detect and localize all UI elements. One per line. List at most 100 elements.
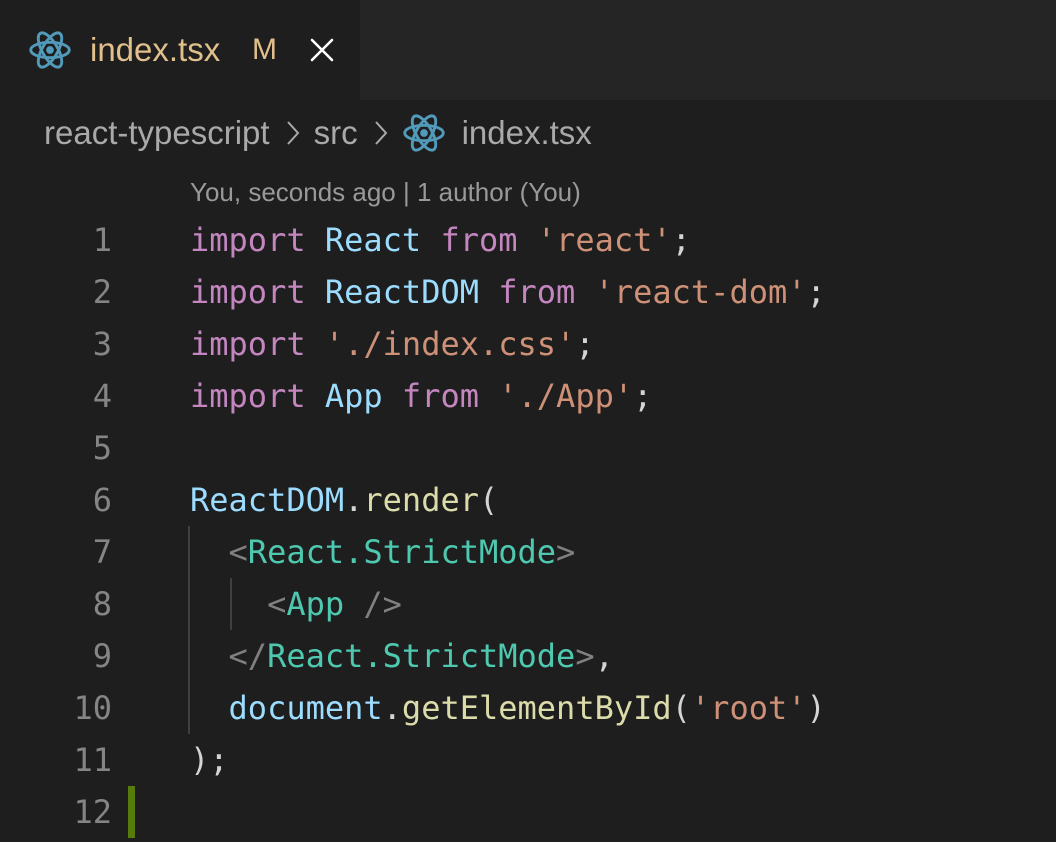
code-token: , bbox=[594, 637, 614, 675]
code-token: import bbox=[190, 221, 306, 259]
code-text: import ReactDOM from 'react-dom'; bbox=[190, 266, 826, 318]
line-number: 2 bbox=[92, 273, 112, 311]
code-token: import bbox=[190, 377, 306, 415]
code-token: 'react' bbox=[536, 221, 672, 259]
chevron-right-icon bbox=[374, 121, 387, 145]
code-token: App bbox=[286, 585, 345, 623]
code-token: import bbox=[190, 325, 306, 363]
code-token: React.StrictMode bbox=[267, 637, 576, 675]
code-token: 'react-dom' bbox=[594, 273, 807, 311]
code-token: from bbox=[401, 377, 479, 415]
code-line[interactable]: 6 ReactDOM.render( bbox=[0, 474, 1056, 526]
code-line[interactable]: 1 import React from 'react'; bbox=[0, 214, 1056, 266]
code-token: render bbox=[363, 481, 479, 519]
line-number: 1 bbox=[92, 221, 112, 259]
breadcrumb-item-folder[interactable]: src bbox=[314, 114, 358, 152]
line-number: 10 bbox=[73, 689, 112, 727]
code-text: import './index.css'; bbox=[190, 318, 595, 370]
code-text: document.getElementById('root') bbox=[190, 682, 826, 734]
chevron-right-icon bbox=[286, 121, 299, 145]
line-number: 3 bbox=[92, 325, 112, 363]
code-token: . bbox=[382, 689, 402, 727]
line-number: 11 bbox=[73, 741, 112, 779]
code-line[interactable]: 2 import ReactDOM from 'react-dom'; bbox=[0, 266, 1056, 318]
code-token: ) bbox=[806, 689, 826, 727]
code-token: > bbox=[556, 533, 576, 571]
code-token: App bbox=[324, 377, 383, 415]
modified-badge: M bbox=[252, 33, 277, 66]
code-text: import React from 'react'; bbox=[190, 214, 691, 266]
git-blame-codelens[interactable]: You, seconds ago | 1 author (You) bbox=[190, 172, 581, 212]
code-token: </ bbox=[228, 637, 268, 675]
code-token: './index.css' bbox=[324, 325, 576, 363]
code-line[interactable]: 11); bbox=[0, 734, 1056, 786]
code-token: document bbox=[228, 689, 383, 727]
code-token: ReactDOM bbox=[324, 273, 479, 311]
breadcrumb-item-file[interactable]: index.tsx bbox=[462, 114, 592, 152]
code-text: <App /> bbox=[190, 578, 402, 630]
line-number: 4 bbox=[92, 377, 112, 415]
code-token: from bbox=[498, 273, 576, 311]
close-icon[interactable] bbox=[304, 32, 340, 68]
react-icon bbox=[29, 31, 71, 69]
code-token: > bbox=[575, 637, 595, 675]
tab-index-tsx[interactable]: index.tsx M bbox=[0, 0, 360, 100]
code-line[interactable]: 8 <App /> bbox=[0, 578, 1056, 630]
code-token: React bbox=[324, 221, 422, 259]
code-text: import App from './App'; bbox=[190, 370, 652, 422]
code-text: <React.StrictMode> bbox=[190, 526, 576, 578]
code-token: ; bbox=[575, 325, 595, 363]
code-token: getElementById bbox=[401, 689, 672, 727]
line-number: 9 bbox=[92, 637, 112, 675]
code-token: ; bbox=[633, 377, 653, 415]
code-token: 'root' bbox=[690, 689, 807, 727]
code-line[interactable]: 5 bbox=[0, 422, 1056, 474]
code-token: ; bbox=[806, 273, 826, 311]
code-line[interactable]: 3 import './index.css'; bbox=[0, 318, 1056, 370]
code-token: './App' bbox=[498, 377, 634, 415]
code-token: ( bbox=[671, 689, 691, 727]
code-text: ); bbox=[190, 734, 229, 786]
code-token: . bbox=[344, 481, 364, 519]
code-line[interactable]: 4 import App from './App'; bbox=[0, 370, 1056, 422]
code-token: < bbox=[228, 533, 248, 571]
tab-bar: index.tsx M bbox=[0, 0, 1056, 100]
code-token: /> bbox=[344, 585, 402, 623]
code-text: </React.StrictMode>, bbox=[190, 630, 614, 682]
code-token: from bbox=[440, 221, 518, 259]
code-token: ReactDOM bbox=[190, 481, 345, 519]
code-line[interactable]: 10 document.getElementById('root') bbox=[0, 682, 1056, 734]
code-token: ; bbox=[671, 221, 691, 259]
breadcrumb-item-project[interactable]: react-typescript bbox=[44, 114, 270, 152]
code-editor[interactable]: 1 import React from 'react'; 2 import React… bbox=[0, 214, 1056, 838]
code-token: ( bbox=[478, 481, 499, 519]
code-token: import bbox=[190, 273, 306, 311]
code-line[interactable]: 12 bbox=[0, 786, 1056, 838]
breadcrumb: react-typescript src index.tsx bbox=[44, 108, 592, 158]
code-token: < bbox=[267, 585, 287, 623]
code-token: React.StrictMode bbox=[247, 533, 557, 571]
line-number: 6 bbox=[92, 481, 112, 519]
line-number: 8 bbox=[92, 585, 112, 623]
code-line[interactable]: 9 </React.StrictMode>, bbox=[0, 630, 1056, 682]
react-icon bbox=[402, 114, 445, 152]
code-line[interactable]: 7 <React.StrictMode> bbox=[0, 526, 1056, 578]
code-text: ReactDOM.render( bbox=[190, 474, 498, 526]
code-token: ); bbox=[190, 741, 229, 779]
line-number: 12 bbox=[73, 793, 112, 831]
line-number: 5 bbox=[92, 429, 112, 467]
